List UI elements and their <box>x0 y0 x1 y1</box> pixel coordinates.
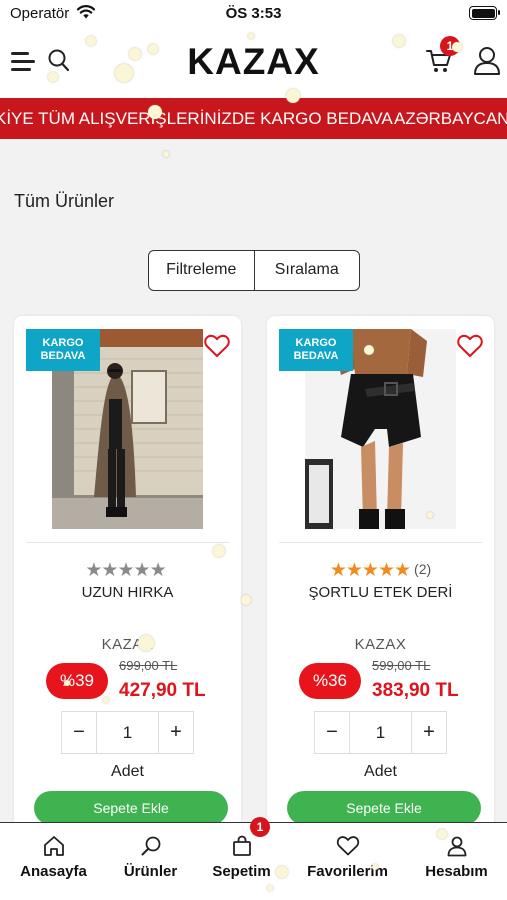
product-brand: KAZAX <box>101 636 154 653</box>
battery-icon <box>469 6 500 20</box>
free-shipping-badge: KARGO BEDAVA <box>26 329 100 371</box>
search-icon <box>100 835 201 857</box>
quantity-decrease-button[interactable]: − <box>315 712 349 753</box>
badge-line: BEDAVA <box>293 350 339 362</box>
tab-label: Hesabım <box>425 863 488 880</box>
tab-label: Favorilerim <box>307 863 388 880</box>
product-brand: KAZAX <box>354 636 407 653</box>
star-icon: ★ <box>329 560 347 581</box>
announcement-marquee: KİYE TÜM ALIŞVERİŞLERİNİZDE KARGO BEDAVA… <box>0 98 507 139</box>
home-icon <box>3 835 104 857</box>
quantity-increase-button[interactable]: + <box>159 712 193 753</box>
star-icon: ★ <box>361 560 379 581</box>
marquee-text: AZƏRBAYCAN <box>394 109 507 128</box>
tab-home[interactable]: Anasayfa <box>3 835 104 880</box>
star-icon: ★ <box>345 560 363 581</box>
badge-line: KARGO <box>295 337 337 349</box>
add-to-cart-button[interactable]: Sepete Ekle <box>287 791 481 825</box>
star-icon: ★ <box>394 560 411 581</box>
badge-line: BEDAVA <box>40 350 86 362</box>
current-price: 427,90 TL <box>119 680 206 701</box>
user-icon[interactable] <box>473 46 501 81</box>
badge-line: KARGO <box>42 337 84 349</box>
tab-label: Ürünler <box>123 863 178 880</box>
favorite-heart-icon[interactable] <box>457 334 483 363</box>
product-name[interactable]: ŞORTLU ETEK DERİ <box>267 584 494 601</box>
quantity-value[interactable]: 1 <box>96 712 159 753</box>
star-icon: ★ <box>85 560 102 581</box>
add-to-cart-button[interactable]: Sepete Ekle <box>34 791 228 825</box>
status-bar: Operatör ÖS 3:53 <box>0 0 507 28</box>
snowflake <box>163 151 169 157</box>
tab-label: Sepetim <box>212 863 271 880</box>
star-icon: ★ <box>133 560 151 581</box>
product-card[interactable]: KARGO BEDAVA ★★★★★ (2) ŞORTLU ETEK DERİ … <box>267 316 494 856</box>
heart-icon <box>297 835 398 857</box>
rating-stars: ★★★★★ (2) <box>267 559 494 582</box>
tab-account[interactable]: Hesabım <box>406 835 507 880</box>
quantity-decrease-button[interactable]: − <box>62 712 96 753</box>
star-icon: ★ <box>117 560 134 581</box>
discount-badge: %36 <box>299 663 361 699</box>
product-card[interactable]: KARGO BEDAVA ★★★★★ UZUN HIRKA KAZAX %39 … <box>14 316 241 856</box>
tab-products[interactable]: Ürünler <box>100 835 201 880</box>
star-icon: ★ <box>377 560 395 581</box>
quantity-unit: Adet <box>111 763 144 780</box>
divider <box>26 542 229 543</box>
page-title: Tüm Ürünler <box>14 191 115 211</box>
divider <box>279 542 482 543</box>
product-name[interactable]: UZUN HIRKA <box>14 584 241 601</box>
quantity-value[interactable]: 1 <box>349 712 412 753</box>
old-price: 599,00 TL <box>372 658 431 673</box>
app-header: KAZAX 1 <box>0 28 507 98</box>
free-shipping-badge: KARGO BEDAVA <box>279 329 353 371</box>
star-icon: ★ <box>101 560 118 581</box>
current-price: 383,90 TL <box>372 680 459 701</box>
filter-sort-group: Filtreleme Sıralama <box>148 250 360 291</box>
tab-label: Anasayfa <box>20 863 87 880</box>
screen: Operatör ÖS 3:53 KAZAX 1 KİYE TÜM ALIŞVE… <box>0 0 507 900</box>
status-time: ÖS 3:53 <box>225 5 282 22</box>
user-icon <box>406 835 507 857</box>
discount-badge: %39 <box>46 663 108 699</box>
rating-stars: ★★★★★ <box>14 559 241 582</box>
quantity-unit: Adet <box>364 763 397 780</box>
snowflake <box>241 595 251 605</box>
review-count: (2) <box>414 561 432 577</box>
filter-button[interactable]: Filtreleme <box>149 251 255 290</box>
cart-count-badge: 1 <box>250 817 270 837</box>
quantity-stepper: − 1 + <box>61 711 194 754</box>
marquee-text: KİYE TÜM ALIŞVERİŞLERİNİZDE KARGO BEDAVA <box>0 109 393 128</box>
quantity-increase-button[interactable]: + <box>412 712 446 753</box>
tab-cart[interactable]: Sepetim <box>191 835 292 880</box>
star-icon: ★ <box>149 560 167 581</box>
tab-favorites[interactable]: Favorilerim <box>297 835 398 880</box>
bag-icon <box>191 835 292 857</box>
cart-count-badge: 1 <box>440 36 460 56</box>
old-price: 699,00 TL <box>119 658 178 673</box>
bottom-tab-bar: Anasayfa Ürünler Sepetim 1 Favorilerim H <box>0 817 507 900</box>
favorite-heart-icon[interactable] <box>204 334 230 363</box>
quantity-stepper: − 1 + <box>314 711 447 754</box>
sort-button[interactable]: Sıralama <box>255 251 360 290</box>
